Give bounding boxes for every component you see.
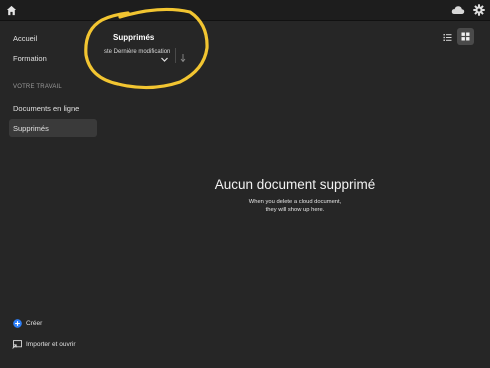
sidebar-item-accueil[interactable]: Accueil	[9, 29, 97, 47]
page-title: Supprimés	[113, 33, 155, 42]
gear-icon[interactable]	[471, 2, 487, 18]
sidebar-item-label: Supprimés	[13, 123, 49, 133]
top-bar	[0, 0, 490, 21]
sidebar-item-supprimes[interactable]: Supprimés	[9, 119, 97, 137]
import-open-label: Importer et ouvrir	[26, 340, 76, 348]
home-icon[interactable]	[3, 2, 19, 18]
create-label: Créer	[26, 319, 43, 327]
list-view-icon[interactable]	[440, 30, 455, 45]
sidebar-item-formation[interactable]: Formation	[9, 49, 97, 67]
empty-state-title: Aucun document supprimé	[214, 177, 376, 192]
empty-state-message: When you delete a cloud document, they w…	[195, 198, 395, 215]
sidebar-item-label: Accueil	[13, 33, 38, 43]
cloud-icon[interactable]	[449, 2, 467, 18]
plus-circle-icon	[12, 318, 22, 328]
create-button[interactable]: Créer	[12, 316, 42, 330]
empty-state-line: When you delete a cloud document,	[248, 199, 342, 205]
empty-state-line: they will show up here.	[265, 207, 325, 214]
sidebar-item-documents-en-ligne[interactable]: Documents en ligne	[9, 99, 97, 117]
sidebar-item-label: Documents en ligne	[13, 103, 80, 113]
toolbar-divider	[175, 48, 176, 63]
section-label-votre-travail: VOTRE TRAVAIL	[13, 84, 62, 90]
grid-view-icon[interactable]	[457, 28, 474, 45]
chevron-down-icon[interactable]	[160, 51, 169, 62]
import-open-button[interactable]: Importer et ouvrir	[12, 337, 76, 351]
sidebar: Accueil Formation VOTRE TRAVAIL Document…	[0, 21, 100, 368]
sidebar-item-label: Formation	[13, 53, 47, 63]
sort-direction-arrow-icon[interactable]	[179, 50, 187, 63]
import-icon	[12, 339, 22, 349]
